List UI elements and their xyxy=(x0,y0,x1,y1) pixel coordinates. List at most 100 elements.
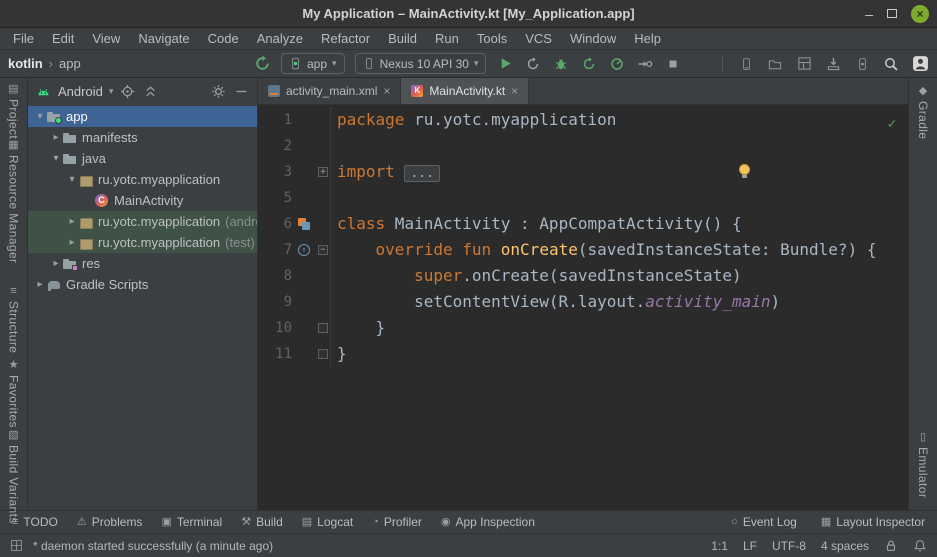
tree-item-ru-yotc-myapplication-androidtest[interactable]: ▸ru.yotc.myapplication(androidTest) xyxy=(28,211,257,232)
run-button[interactable] xyxy=(496,55,514,73)
tab-activity-main-xml[interactable]: activity_main.xml × xyxy=(258,78,401,104)
fold-marker-icon[interactable] xyxy=(318,349,328,359)
tree-item-mainactivity[interactable]: MainActivity xyxy=(28,190,257,211)
minimize-button[interactable]: – xyxy=(865,9,873,19)
hide-panel-icon[interactable] xyxy=(233,83,250,100)
chevron-right-icon[interactable]: ▸ xyxy=(65,216,79,227)
menu-item-tools[interactable]: Tools xyxy=(468,31,516,46)
lock-icon[interactable] xyxy=(884,539,898,553)
tool-stripe-favorites[interactable]: ★Favorites xyxy=(0,360,27,428)
sync-project-icon[interactable] xyxy=(253,55,271,73)
file-encoding[interactable]: UTF-8 xyxy=(772,539,806,553)
menu-item-view[interactable]: View xyxy=(83,31,129,46)
sdk-manager-icon[interactable] xyxy=(824,55,842,73)
line-separator[interactable]: LF xyxy=(743,539,757,553)
tool-window-switcher-icon[interactable] xyxy=(10,539,23,552)
menu-item-vcs[interactable]: VCS xyxy=(516,31,561,46)
close-tab-icon[interactable]: × xyxy=(511,84,518,98)
tree-item-res[interactable]: ▸res xyxy=(28,253,257,274)
fold-marker-icon[interactable] xyxy=(318,323,328,333)
code-text[interactable]: package ru.yotc.myapplication xyxy=(330,107,908,133)
tool-window-button-problems[interactable]: ⚠Problems xyxy=(77,515,143,529)
chevron-down-icon[interactable]: ▾ xyxy=(33,111,47,122)
fold-marker-icon[interactable]: − xyxy=(318,245,328,255)
collapse-all-icon[interactable] xyxy=(142,83,159,100)
chevron-right-icon[interactable]: ▸ xyxy=(33,279,47,290)
notifications-bell-icon[interactable] xyxy=(913,539,927,553)
debug-button[interactable] xyxy=(552,55,570,73)
search-icon[interactable] xyxy=(882,55,900,73)
device-select[interactable]: Nexus 10 API 30 ▾ xyxy=(355,53,487,74)
menu-item-file[interactable]: File xyxy=(4,31,43,46)
device-manager-icon[interactable] xyxy=(737,55,755,73)
chevron-right-icon[interactable]: ▸ xyxy=(49,132,63,143)
tab-mainactivity-kt[interactable]: MainActivity.kt × xyxy=(401,78,529,104)
chevron-down-icon[interactable]: ▾ xyxy=(65,174,79,185)
tool-stripe-structure[interactable]: ≡Structure xyxy=(0,286,27,353)
tool-window-button-terminal[interactable]: ▣Terminal xyxy=(161,515,222,529)
indent-setting[interactable]: 4 spaces xyxy=(821,539,869,553)
tool-stripe-project[interactable]: ▤Project xyxy=(0,84,27,139)
tree-item-ru-yotc-myapplication[interactable]: ▾ru.yotc.myapplication xyxy=(28,169,257,190)
caret-position[interactable]: 1:1 xyxy=(711,539,728,553)
chevron-right-icon[interactable]: ▸ xyxy=(49,258,63,269)
code-text[interactable]: setContentView(R.layout.activity_main) xyxy=(330,289,908,315)
code-text[interactable]: } xyxy=(330,315,908,341)
chevron-right-icon[interactable]: ▸ xyxy=(65,237,79,248)
menu-item-run[interactable]: Run xyxy=(426,31,468,46)
code-text[interactable] xyxy=(330,185,908,211)
avatar[interactable] xyxy=(911,55,929,73)
fold-marker-icon[interactable]: + xyxy=(318,167,328,177)
menu-item-navigate[interactable]: Navigate xyxy=(129,31,198,46)
breadcrumb-root[interactable]: kotlin xyxy=(8,56,43,71)
code-text[interactable]: override fun onCreate(savedInstanceState… xyxy=(330,237,908,263)
menu-item-code[interactable]: Code xyxy=(199,31,248,46)
locate-file-icon[interactable] xyxy=(119,83,136,100)
code-text[interactable]: class MainActivity : AppCompatActivity()… xyxy=(330,211,908,237)
tree-item-manifests[interactable]: ▸manifests xyxy=(28,127,257,148)
tool-stripe-build-variants[interactable]: ▧Build Variants xyxy=(0,430,27,524)
avd-manager-icon[interactable] xyxy=(853,55,871,73)
stop-button[interactable] xyxy=(664,55,682,73)
editor-code[interactable]: ✓ 1package ru.yotc.myapplication23+impor… xyxy=(258,105,908,510)
tree-item-ru-yotc-myapplication-test[interactable]: ▸ru.yotc.myapplication(test) xyxy=(28,232,257,253)
close-tab-icon[interactable]: × xyxy=(383,84,390,98)
intention-bulb-icon[interactable] xyxy=(739,164,750,175)
menu-item-analyze[interactable]: Analyze xyxy=(248,31,312,46)
tool-window-button-layout-inspector[interactable]: ▦Layout Inspector xyxy=(821,515,925,529)
maximize-button[interactable] xyxy=(887,9,897,18)
settings-gear-icon[interactable] xyxy=(210,83,227,100)
menu-item-build[interactable]: Build xyxy=(379,31,426,46)
run-configuration-select[interactable]: app ▾ xyxy=(281,53,345,74)
apply-changes-button[interactable] xyxy=(524,55,542,73)
code-text[interactable]: import ... xyxy=(330,159,908,185)
code-text[interactable]: super.onCreate(savedInstanceState) xyxy=(330,263,908,289)
tool-stripe-emulator[interactable]: ▯Emulator xyxy=(909,432,937,498)
menu-item-refactor[interactable]: Refactor xyxy=(312,31,379,46)
apply-code-changes-button[interactable] xyxy=(580,55,598,73)
tree-item-java[interactable]: ▾java xyxy=(28,148,257,169)
project-view-selector[interactable]: Android xyxy=(58,84,103,99)
menu-item-help[interactable]: Help xyxy=(625,31,670,46)
tool-stripe-gradle[interactable]: ◆Gradle xyxy=(909,86,937,139)
profile-button[interactable] xyxy=(608,55,626,73)
tool-stripe-resource-manager[interactable]: ▦Resource Manager xyxy=(0,140,27,263)
overriding-method-icon[interactable] xyxy=(298,244,310,256)
tree-item-app[interactable]: ▾app xyxy=(28,106,257,127)
code-text[interactable] xyxy=(330,133,908,159)
close-button[interactable]: × xyxy=(911,5,929,23)
tool-window-button-profiler[interactable]: ◔Profiler xyxy=(372,515,422,529)
folded-region[interactable]: ... xyxy=(404,165,439,182)
menu-item-window[interactable]: Window xyxy=(561,31,625,46)
tool-window-button-build[interactable]: ⚒Build xyxy=(241,515,283,529)
tree-item-gradle-scripts[interactable]: ▸Gradle Scripts xyxy=(28,274,257,295)
breadcrumb-current[interactable]: app xyxy=(59,56,81,71)
related-symbol-icon[interactable] xyxy=(298,218,310,230)
attach-debugger-button[interactable] xyxy=(636,55,654,73)
tool-window-button-logcat[interactable]: ▤Logcat xyxy=(302,515,353,529)
layout-inspector-icon[interactable] xyxy=(795,55,813,73)
chevron-down-icon[interactable]: ▾ xyxy=(49,153,63,164)
tool-window-button-app-inspection[interactable]: ◉App Inspection xyxy=(441,515,535,529)
tool-window-button-event-log[interactable]: ○Event Log xyxy=(731,515,797,529)
menu-item-edit[interactable]: Edit xyxy=(43,31,83,46)
